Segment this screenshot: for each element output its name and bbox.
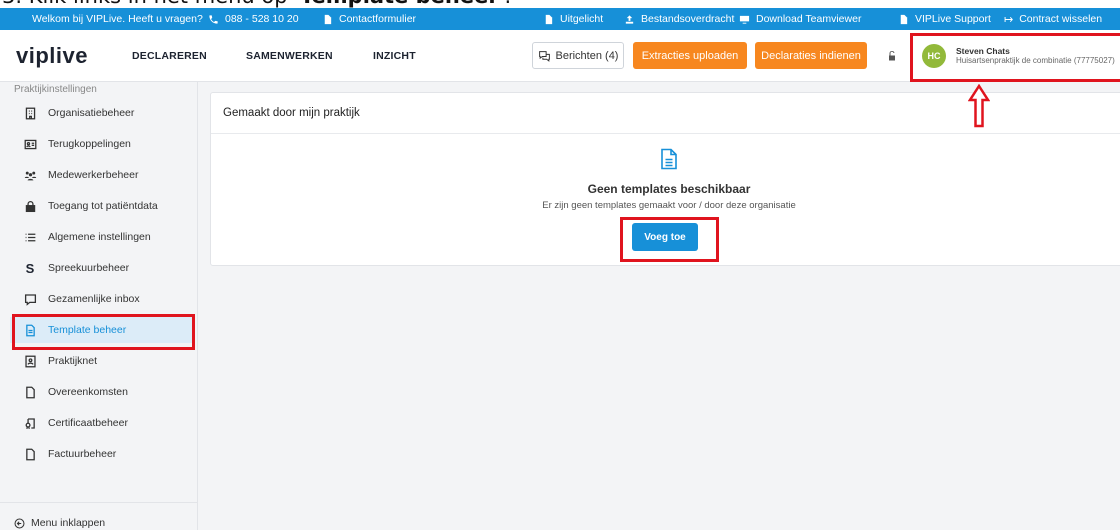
document-icon bbox=[22, 322, 38, 338]
phone-icon bbox=[209, 14, 218, 24]
file-icon bbox=[22, 446, 38, 462]
sidebar-item-label: Praktijknet bbox=[48, 355, 98, 367]
caption-prefix: 3. Klik links in het menu op ' bbox=[2, 0, 300, 8]
sidebar-item-label: Medewerkerbeheer bbox=[48, 169, 139, 181]
highlighted-link[interactable]: Uitgelicht bbox=[543, 13, 603, 25]
sidebar-item-label: Spreekuurbeheer bbox=[48, 262, 130, 274]
file-icon bbox=[324, 14, 332, 24]
list-icon bbox=[22, 229, 38, 245]
sidebar-item-toegang-patientdata[interactable]: Toegang tot patiëntdata bbox=[10, 193, 194, 219]
sidebar-item-label: Overeenkomsten bbox=[48, 386, 128, 398]
nav-inzicht[interactable]: INZICHT bbox=[373, 50, 416, 62]
user-info: Steven Chats Huisartsenpraktijk de combi… bbox=[956, 46, 1115, 66]
teamviewer-link[interactable]: Download Teamviewer bbox=[739, 13, 861, 25]
sidebar-item-label: Gezamenlijke inbox bbox=[48, 293, 140, 305]
unlock-icon[interactable] bbox=[886, 50, 898, 62]
welcome-text: Welkom bij VIPLive. Heeft u vragen? bbox=[32, 13, 203, 25]
sidebar-item-label: Toegang tot patiëntdata bbox=[48, 200, 158, 212]
sidebar-item-overeenkomsten[interactable]: Overeenkomsten bbox=[10, 379, 194, 405]
contact-form-label: Contactformulier bbox=[339, 13, 417, 25]
user-organisation: Huisartsenpraktijk de combinatie (777750… bbox=[956, 56, 1115, 65]
sidebar-item-label: Algemene instellingen bbox=[48, 231, 151, 243]
card-divider bbox=[211, 133, 1120, 134]
avatar: HC bbox=[922, 44, 946, 68]
sidebar-item-spreekuurbeheer[interactable]: S Spreekuurbeheer bbox=[10, 255, 194, 281]
nav-samenwerken[interactable]: SAMENWERKEN bbox=[246, 50, 333, 62]
sidebar-item-label: Factuurbeheer bbox=[48, 448, 117, 460]
sidebar-item-template-beheer[interactable]: Template beheer bbox=[10, 317, 194, 343]
user-name: Steven Chats bbox=[956, 46, 1010, 56]
s-icon: S bbox=[25, 260, 35, 276]
monitor-icon bbox=[739, 15, 750, 24]
user-menu[interactable]: HC Steven Chats Huisartsenpraktijk de co… bbox=[918, 38, 1120, 74]
sidebar-item-organisatiebeheer[interactable]: Organisatiebeheer bbox=[10, 100, 194, 126]
collapse-menu-label: Menu inklappen bbox=[31, 517, 106, 529]
submit-declarations-button[interactable]: Declaraties indienen bbox=[755, 42, 867, 69]
sidebar-item-label: Terugkoppelingen bbox=[48, 138, 131, 150]
document-icon bbox=[661, 148, 677, 170]
sidebar-item-terugkoppelingen[interactable]: Terugkoppelingen bbox=[10, 131, 194, 157]
file-transfer-link[interactable]: Bestandsoverdracht bbox=[624, 13, 734, 25]
sidebar-item-label: Template beheer bbox=[48, 324, 127, 336]
teamviewer-label: Download Teamviewer bbox=[756, 13, 862, 25]
lock-icon bbox=[22, 198, 38, 214]
sidebar-title: Praktijkinstellingen bbox=[14, 84, 97, 95]
certificate-icon bbox=[22, 415, 38, 431]
instruction-caption: 3. Klik links in het menu op 'Template b… bbox=[0, 0, 1120, 8]
sidebar-item-algemene-instellingen[interactable]: Algemene instellingen bbox=[10, 224, 194, 250]
building-icon bbox=[22, 105, 38, 121]
switch-contract-link[interactable]: ↦ Contract wisselen bbox=[1004, 13, 1102, 26]
phone-link[interactable]: 088 - 528 10 20 bbox=[208, 13, 299, 25]
chat-icon bbox=[22, 291, 38, 307]
sidebar-item-certificaatbeheer[interactable]: Certificaatbeheer bbox=[10, 410, 194, 436]
main-header: viplive DECLAREREN SAMENWERKEN INZICHT B… bbox=[0, 30, 1120, 82]
id-card-icon bbox=[22, 136, 38, 152]
caption-suffix: '. bbox=[499, 0, 511, 8]
upload-extractions-button[interactable]: Extracties uploaden bbox=[633, 42, 747, 69]
contact-form-link[interactable]: Contactformulier bbox=[322, 13, 416, 25]
logo[interactable]: viplive bbox=[16, 43, 88, 69]
arrow-up-icon bbox=[968, 84, 990, 128]
sidebar: Praktijkinstellingen Organisatiebeheer T… bbox=[0, 82, 198, 530]
chat-icon bbox=[538, 50, 550, 62]
switch-icon: ↦ bbox=[1004, 13, 1014, 26]
users-icon bbox=[22, 167, 38, 183]
sidebar-item-factuurbeheer[interactable]: Factuurbeheer bbox=[10, 441, 194, 467]
caption-bold: Template beheer bbox=[300, 0, 499, 8]
switch-contract-label: Contract wisselen bbox=[1019, 13, 1103, 25]
card-title: Gemaakt door mijn praktijk bbox=[223, 107, 360, 119]
top-info-bar: Welkom bij VIPLive. Heeft u vragen? 088 … bbox=[0, 8, 1120, 30]
upload-icon bbox=[625, 14, 634, 24]
sidebar-item-gezamenlijke-inbox[interactable]: Gezamenlijke inbox bbox=[10, 286, 194, 312]
messages-label: Berichten (4) bbox=[555, 49, 619, 62]
empty-state-title: Geen templates beschikbaar bbox=[587, 182, 751, 196]
contact-icon bbox=[22, 353, 38, 369]
file-icon bbox=[545, 14, 553, 24]
empty-state-subtitle: Er zijn geen templates gemaakt voor / do… bbox=[542, 200, 796, 211]
file-icon bbox=[900, 14, 908, 24]
support-link[interactable]: VIPLive Support bbox=[898, 13, 991, 25]
phone-label: 088 - 528 10 20 bbox=[225, 13, 299, 25]
sidebar-divider bbox=[0, 502, 198, 503]
file-icon bbox=[22, 384, 38, 400]
nav-declareren[interactable]: DECLAREREN bbox=[132, 50, 207, 62]
highlighted-label: Uitgelicht bbox=[560, 13, 604, 25]
file-transfer-label: Bestandsoverdracht bbox=[641, 13, 735, 25]
sidebar-item-praktijknet[interactable]: Praktijknet bbox=[10, 348, 194, 374]
support-label: VIPLive Support bbox=[915, 13, 991, 25]
messages-button[interactable]: Berichten (4) bbox=[532, 42, 624, 69]
sidebar-item-label: Certificaatbeheer bbox=[48, 417, 128, 429]
sidebar-item-label: Organisatiebeheer bbox=[48, 107, 135, 119]
sidebar-item-medewerkerbeheer[interactable]: Medewerkerbeheer bbox=[10, 162, 194, 188]
welcome-label: Welkom bij VIPLive. Heeft u vragen? bbox=[32, 13, 203, 25]
add-template-button[interactable]: Voeg toe bbox=[632, 223, 698, 251]
arrow-left-circle-icon bbox=[14, 518, 25, 528]
collapse-menu-button[interactable]: Menu inklappen bbox=[14, 517, 105, 529]
